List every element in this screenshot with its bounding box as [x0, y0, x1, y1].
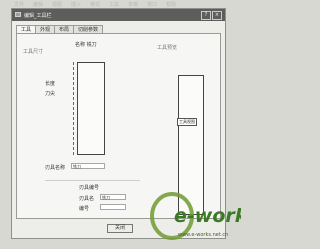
section-divider [45, 180, 140, 181]
length-label: 长度 [45, 81, 56, 87]
title-bar[interactable]: 编辑_工具栏 ? × [12, 9, 225, 21]
window-title: 编辑_工具栏 [24, 13, 52, 19]
tool-label-field[interactable]: 铣刀 [100, 194, 126, 200]
watermark-main: e-works [174, 205, 241, 227]
field1-label: 刃具名称 [45, 165, 66, 171]
watermark-sub: www.e-works.net.cn [178, 232, 228, 238]
e-works-watermark: e-works www.e-works.net.cn [150, 192, 241, 240]
tool-shape [77, 62, 105, 155]
preview-tag: 工具视图 [177, 118, 197, 126]
section-label: 刃具编号 [79, 185, 100, 191]
dimension-line [73, 62, 74, 155]
form-header: 名称 铣刀 [75, 42, 97, 48]
tab-strip: 工具 外观 布局 切削参数 [16, 25, 104, 34]
left-top-label: 工具尺寸 [23, 49, 44, 55]
field2-label: 刃具名 [79, 196, 95, 202]
field3-label: 编号 [79, 206, 90, 212]
right-top-label: 工具预览 [157, 45, 178, 51]
close-button[interactable]: 关闭 [107, 224, 133, 233]
tip-label: 刀尖 [45, 91, 56, 97]
number-field[interactable] [100, 204, 126, 210]
tool-name-field[interactable]: 铣刀 [71, 163, 105, 169]
help-icon[interactable]: ? [201, 11, 211, 20]
app-icon [15, 12, 21, 17]
close-icon[interactable]: × [212, 11, 222, 20]
